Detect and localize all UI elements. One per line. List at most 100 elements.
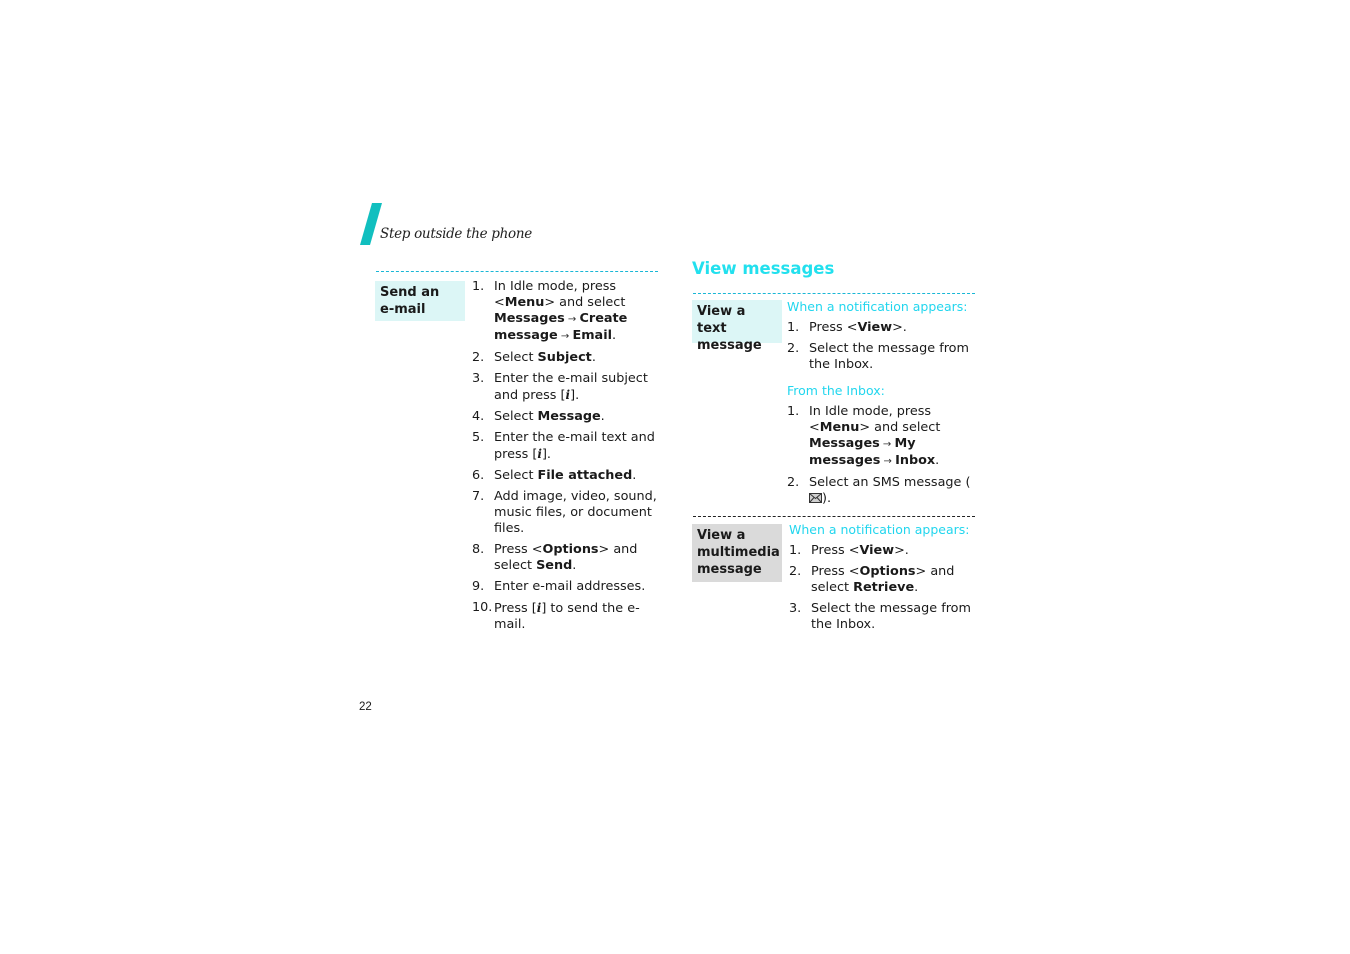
step-text: . — [914, 580, 919, 595]
section-divider — [376, 271, 658, 272]
section-divider — [693, 516, 975, 517]
step-text: ]. — [570, 388, 580, 403]
bold-term: Subject — [537, 350, 592, 365]
step-text: ). — [822, 491, 832, 506]
arrow-icon: → — [879, 439, 895, 450]
subheading: From the Inbox: — [787, 383, 885, 398]
step-text: Enter e-mail addresses. — [494, 579, 646, 594]
bold-term: Messages — [809, 436, 880, 451]
step-item: 10. Press [i] to send the e-mail. — [472, 600, 662, 633]
step-number: 6. — [472, 468, 485, 483]
label-line: message — [697, 562, 762, 577]
step-text: > and select — [859, 420, 941, 435]
step-text: . — [572, 558, 577, 573]
step-text: > and select — [544, 295, 626, 310]
step-item: 2. Press <Options> and select Retrieve. — [789, 564, 984, 596]
label-line: multimedia — [697, 545, 780, 560]
bold-term: Email — [572, 328, 612, 343]
step-item: 6. Select File attached. — [472, 468, 662, 484]
step-number: 3. — [789, 601, 802, 616]
envelope-icon — [809, 493, 822, 503]
page-number: 22 — [359, 701, 372, 713]
step-text: . — [935, 453, 940, 468]
step-text: Press < — [811, 543, 860, 558]
step-text: Select — [494, 350, 538, 365]
view-multimedia-message-content: When a notification appears: 1. Press <Vi… — [789, 522, 984, 638]
bold-term: Menu — [504, 295, 545, 310]
step-number: 2. — [472, 350, 485, 365]
multimedia-notification-steps: 1. Press <View>. 2. Press <Options> and sel… — [789, 543, 984, 633]
step-text: . — [591, 350, 596, 365]
label-line: e-mail — [380, 302, 426, 317]
arrow-icon: → — [880, 456, 896, 467]
section-title: View messages — [692, 259, 835, 278]
step-text: Select — [494, 468, 538, 483]
step-number: 5. — [472, 430, 485, 445]
step-item: 5. Enter the e-mail text and press [i]. — [472, 430, 662, 463]
step-number: 2. — [787, 475, 800, 490]
label-line: View a — [697, 528, 746, 543]
step-number: 1. — [787, 320, 800, 335]
step-item: 2. Select the message from the Inbox. — [787, 341, 982, 373]
step-number: 8. — [472, 542, 485, 557]
label-line: View a text — [697, 304, 746, 336]
step-text: Press < — [809, 320, 858, 335]
step-text: Add image, video, sound, music files, or… — [494, 489, 657, 536]
step-item: 1. In Idle mode, press <Menu> and select … — [787, 404, 982, 470]
step-text: . — [611, 328, 617, 343]
step-item: 1. Press <View>. — [789, 543, 984, 559]
chapter-title: Step outside the phone — [380, 226, 532, 242]
bold-term: Message — [537, 409, 601, 424]
view-text-message-content: When a notification appears: 1. Press <Vi… — [787, 299, 982, 512]
step-text: Select an SMS message ( — [809, 475, 971, 490]
step-text: Select — [494, 409, 538, 424]
section-divider — [693, 293, 975, 294]
view-text-message-label: View a text message — [692, 300, 782, 353]
step-item: 4. Select Message. — [472, 409, 662, 425]
step-text: Select the message from the Inbox. — [811, 601, 971, 632]
step-text: . — [632, 468, 637, 483]
bold-term: Options — [859, 564, 916, 579]
bold-term: Menu — [819, 420, 860, 435]
bold-term: View — [859, 543, 895, 558]
step-number: 10. — [472, 600, 493, 615]
bold-term: Send — [536, 558, 573, 573]
arrow-icon: → — [564, 314, 580, 325]
step-text: >. — [894, 543, 909, 558]
step-item: 1. Press <View>. — [787, 320, 982, 336]
step-number: 1. — [789, 543, 802, 558]
bold-term: Retrieve — [853, 580, 915, 595]
bold-term: Inbox — [895, 453, 936, 468]
text-inbox-steps: 1. In Idle mode, press <Menu> and select … — [787, 404, 982, 507]
step-number: 2. — [789, 564, 802, 579]
bold-term: Messages — [494, 311, 565, 326]
label-line: message — [697, 338, 762, 353]
step-text: >. — [892, 320, 907, 335]
step-item: 2. Select Subject. — [472, 350, 662, 366]
step-number: 7. — [472, 489, 485, 504]
text-notification-steps: 1. Press <View>. 2. Select the message from… — [787, 320, 982, 373]
step-text: Press [ — [494, 601, 537, 616]
bold-term: View — [857, 320, 893, 335]
step-text: Enter the e-mail text and press [ — [494, 430, 655, 462]
view-multimedia-message-label: View a multimedia message — [692, 524, 782, 582]
step-text: Select the message from the Inbox. — [809, 341, 969, 372]
step-number: 1. — [787, 404, 800, 419]
step-item: 3. Enter the e-mail subject and press [i]… — [472, 371, 662, 404]
step-number: 4. — [472, 409, 485, 424]
bold-term: File attached — [537, 468, 633, 483]
step-text: ]. — [541, 447, 551, 462]
step-item: 7. Add image, video, sound, music files, … — [472, 489, 662, 537]
send-email-steps: 1. In Idle mode, press <Menu> and select … — [472, 279, 662, 638]
step-text: . — [600, 409, 605, 424]
subheading: When a notification appears: — [789, 522, 970, 537]
step-text: Press < — [811, 564, 860, 579]
step-text: Press < — [494, 542, 543, 557]
chapter-accent-bar — [360, 203, 382, 245]
step-number: 2. — [787, 341, 800, 356]
label-line: Send an — [380, 285, 440, 300]
step-item: 9. Enter e-mail addresses. — [472, 579, 662, 595]
step-number: 1. — [472, 279, 485, 294]
step-number: 3. — [472, 371, 485, 386]
step-item: 2. Select an SMS message (). — [787, 475, 982, 507]
